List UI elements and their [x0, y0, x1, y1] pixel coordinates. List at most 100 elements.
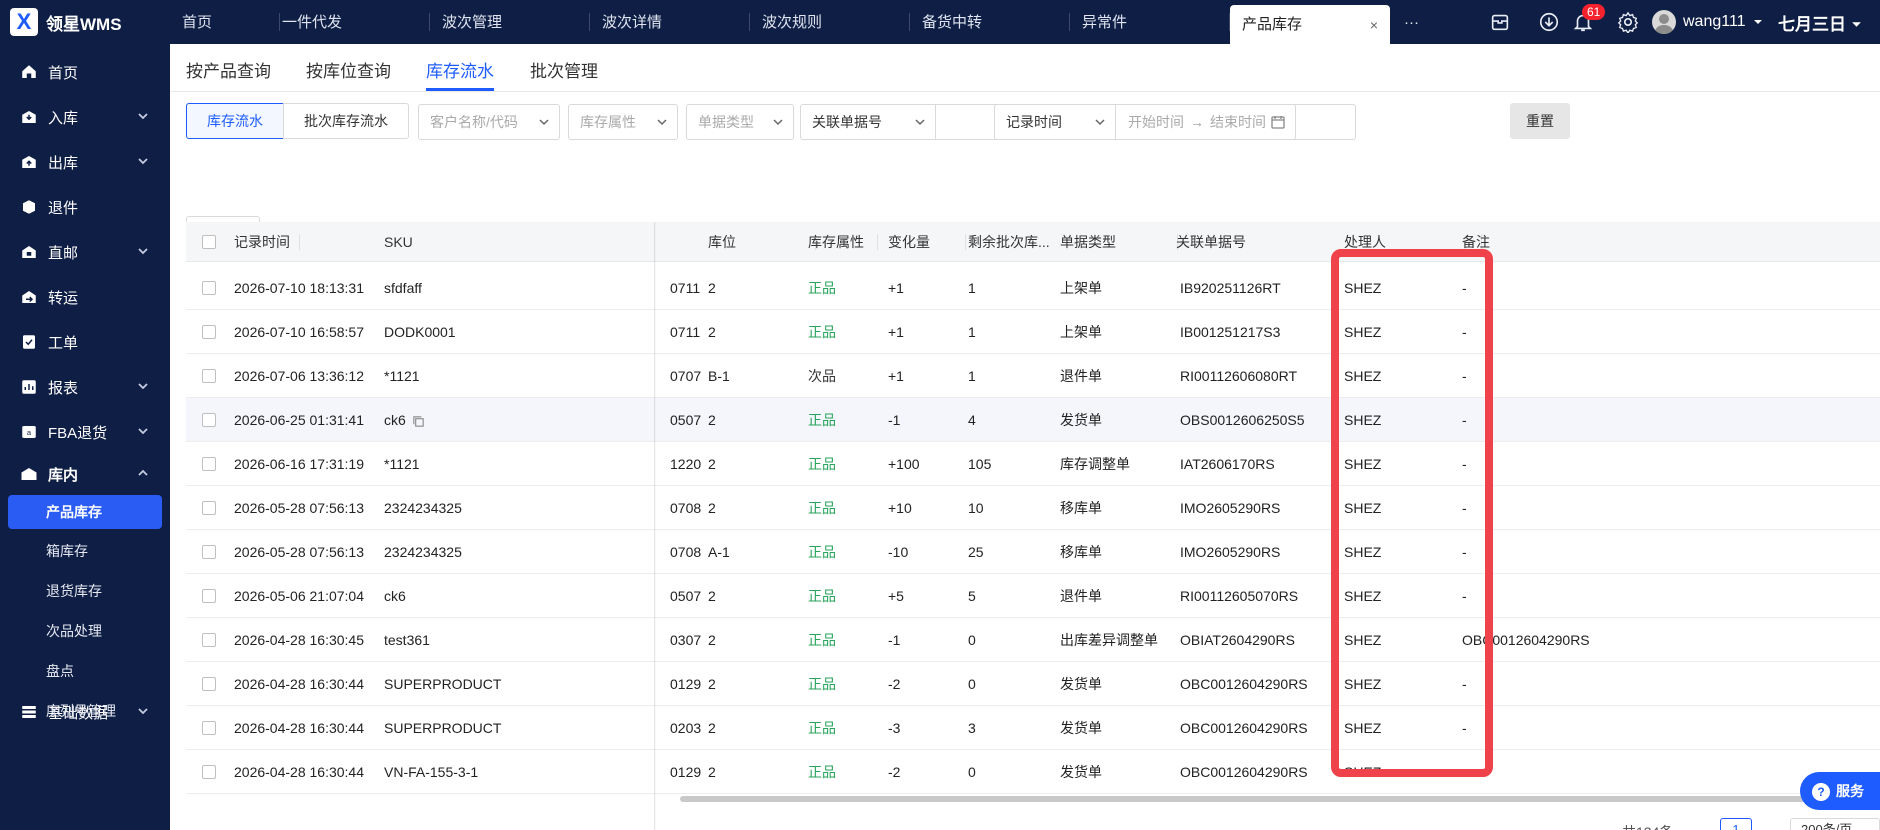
- row-checkbox[interactable]: [202, 457, 216, 471]
- row-checkbox[interactable]: [202, 281, 216, 295]
- customer-select[interactable]: 客户名称/代码: [418, 104, 560, 140]
- date-menu[interactable]: 七月三日: [1778, 10, 1862, 35]
- cell-text: 2026-07-10 18:13:31: [234, 280, 364, 296]
- col-location[interactable]: 库位: [708, 222, 816, 262]
- select-all-checkbox[interactable]: [202, 235, 216, 249]
- table-row[interactable]: 2026-04-28 16:30:44 SUPERPRODUCT 0203 2 正品 -3…: [186, 706, 1880, 750]
- row-checkbox[interactable]: [202, 677, 216, 691]
- col-sku[interactable]: SKU: [384, 222, 413, 262]
- sidebar-subitem-serial-number-mgmt[interactable]: 序列号管理: [0, 694, 170, 728]
- tab-wave-detail[interactable]: 波次详情: [590, 0, 750, 44]
- tab-stock-transfer[interactable]: 备货中转: [910, 0, 1070, 44]
- sidebar-item-direct-mail[interactable]: 直邮: [0, 232, 170, 272]
- tab-product-inventory[interactable]: 产品库存 ×: [1230, 5, 1390, 44]
- customer-placeholder: 客户名称/代码: [430, 114, 518, 130]
- sidebar-item-return[interactable]: 退件: [0, 187, 170, 227]
- date-range-picker[interactable]: 开始时间 → 结束时间: [1116, 104, 1296, 140]
- row-checkbox[interactable]: [202, 589, 216, 603]
- row-checkbox[interactable]: [202, 369, 216, 383]
- flow-type-batch-button[interactable]: 批次库存流水: [283, 103, 409, 139]
- subtab-by-location[interactable]: 按库位查询: [306, 57, 391, 82]
- table-row[interactable]: 2026-07-06 13:36:12 *1121 0707 B-1 次品 +1 1 退件单 R…: [186, 354, 1880, 398]
- record-time-select[interactable]: 记录时间: [994, 104, 1116, 140]
- table-row[interactable]: 2026-04-28 16:30:44 VN-FA-155-3-1 0129 2 正品 -…: [186, 750, 1880, 794]
- page-size-select[interactable]: 200条/页: [1790, 818, 1880, 830]
- cell-remain: 10: [968, 486, 984, 530]
- start-date-placeholder[interactable]: 开始时间: [1128, 114, 1184, 130]
- cell-text: +10: [888, 500, 912, 516]
- logo[interactable]: X 领星WMS: [10, 8, 122, 36]
- cell-sku: ck6: [384, 574, 406, 618]
- download-icon[interactable]: [1538, 11, 1560, 33]
- col-doc-type[interactable]: 单据类型: [1060, 222, 1178, 262]
- close-icon[interactable]: ×: [1370, 5, 1378, 45]
- user-menu[interactable]: wang111: [1652, 10, 1763, 34]
- gear-icon[interactable]: [1617, 11, 1639, 33]
- package-icon[interactable]: [1489, 11, 1511, 33]
- col-handler[interactable]: 处理人: [1344, 222, 1482, 262]
- table-row[interactable]: 2026-04-28 16:30:45 test361 0307 2 正品 -1 0 出库差异…: [186, 618, 1880, 662]
- page-1-button[interactable]: 1: [1720, 818, 1752, 830]
- cell-text: 正品: [808, 456, 836, 472]
- col-record-time[interactable]: 记录时间: [234, 222, 300, 262]
- subtab-batch-management[interactable]: 批次管理: [530, 57, 598, 82]
- sidebar-subitem-box-inventory[interactable]: 箱库存: [0, 534, 170, 568]
- sidebar-item-label: 报表: [48, 379, 79, 397]
- col-inventory-attr[interactable]: 库存属性: [808, 222, 878, 262]
- logo-mark: X: [10, 8, 38, 36]
- row-checkbox[interactable]: [202, 501, 216, 515]
- tab-wave-mgmt[interactable]: 波次管理: [430, 0, 590, 44]
- col-change[interactable]: 变化量: [888, 222, 966, 262]
- table-row[interactable]: 2026-05-06 21:07:04 ck6 0507 2 正品 +5 5 退件单 RI001…: [186, 574, 1880, 618]
- flow-type-inventory-button[interactable]: 库存流水: [186, 103, 284, 139]
- cell-batch: 1220: [670, 442, 701, 486]
- tab-exception[interactable]: 异常件: [1070, 0, 1230, 44]
- row-checkbox[interactable]: [202, 325, 216, 339]
- sidebar-item-fba-return[interactable]: a FBA退货: [0, 412, 170, 452]
- table-row[interactable]: 2026-05-28 07:56:13 2324234325 0708 2 正品 +10 1…: [186, 486, 1880, 530]
- table-row[interactable]: 2026-07-10 16:58:57 DODK0001 0711 2 正品 +1 1 上架单…: [186, 310, 1880, 354]
- sidebar-item-inbound[interactable]: 入库: [0, 97, 170, 137]
- sidebar-item-report[interactable]: 报表: [0, 367, 170, 407]
- row-checkbox[interactable]: [202, 545, 216, 559]
- table-row[interactable]: 2026-04-28 16:30:44 SUPERPRODUCT 0129 2 正品 -2…: [186, 662, 1880, 706]
- sidebar-subitem-return-inventory[interactable]: 退货库存: [0, 574, 170, 608]
- tab-one-piece[interactable]: 一件代发: [270, 0, 430, 44]
- sidebar-item-ticket[interactable]: 工单: [0, 322, 170, 362]
- cell-text: 正品: [808, 720, 836, 736]
- subtab-by-product[interactable]: 按产品查询: [186, 57, 271, 82]
- subtab-inventory-flow[interactable]: 库存流水: [426, 57, 494, 91]
- col-remaining-batch[interactable]: 剩余批次库...: [968, 222, 1050, 262]
- end-date-placeholder[interactable]: 结束时间: [1210, 114, 1266, 130]
- horizontal-scrollbar[interactable]: [680, 796, 1880, 802]
- related-doc-select[interactable]: 关联单据号: [800, 104, 936, 140]
- sidebar-item-transfer[interactable]: 转运: [0, 277, 170, 317]
- row-checkbox[interactable]: [202, 413, 216, 427]
- table-row[interactable]: 2026-05-28 07:56:13 2324234325 0708 A-1 正品 -1…: [186, 530, 1880, 574]
- tab-home[interactable]: 首页: [170, 0, 280, 44]
- cell-loc: 2: [708, 574, 716, 618]
- doc-type-select[interactable]: 单据类型: [686, 104, 794, 140]
- col-note[interactable]: 备注: [1462, 222, 1490, 262]
- inventory-attr-select[interactable]: 库存属性: [568, 104, 678, 140]
- col-related-doc[interactable]: 关联单据号: [1176, 222, 1246, 262]
- table-row[interactable]: 2026-06-25 01:31:41 ck6 0507 2 正品 -1 4 发货单 OBS00…: [186, 398, 1880, 442]
- more-tabs-button[interactable]: ···: [1396, 0, 1436, 44]
- sidebar-subitem-stocktaking[interactable]: 盘点: [0, 654, 170, 688]
- row-checkbox[interactable]: [202, 633, 216, 647]
- table-row[interactable]: 2026-06-16 17:31:19 *1121 1220 2 正品 +100 105 库存…: [186, 442, 1880, 486]
- reset-button[interactable]: 重置: [1510, 103, 1570, 139]
- sidebar-item-home[interactable]: 首页: [0, 52, 170, 92]
- service-button[interactable]: ? 服务: [1800, 772, 1880, 810]
- row-checkbox[interactable]: [202, 765, 216, 779]
- cell-text: -1: [888, 412, 901, 428]
- table-row[interactable]: 2026-07-10 18:13:31 sfdfaff 0711 2 正品 +1 1 上架单 I…: [186, 266, 1880, 310]
- sidebar-subitem-product-inventory[interactable]: 产品库存: [8, 495, 162, 529]
- row-checkbox[interactable]: [202, 721, 216, 735]
- tab-wave-rule[interactable]: 波次规则: [750, 0, 910, 44]
- cell-attr: 正品: [808, 442, 836, 486]
- sidebar-subitem-defective-handling[interactable]: 次品处理: [0, 614, 170, 648]
- copy-icon[interactable]: [412, 415, 425, 428]
- sidebar-item-outbound[interactable]: 出库: [0, 142, 170, 182]
- sidebar-item-warehouse[interactable]: 库内: [0, 454, 170, 494]
